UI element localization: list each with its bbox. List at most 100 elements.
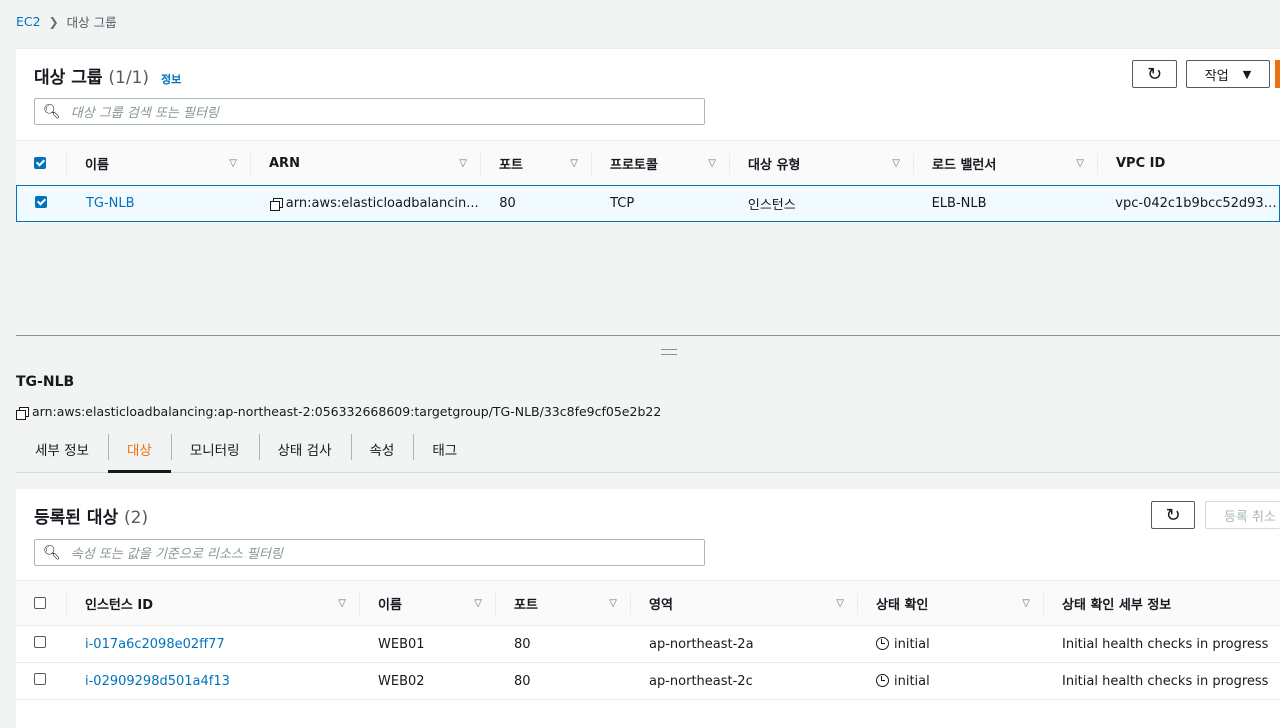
col-vpc-label: VPC ID xyxy=(1116,155,1166,171)
info-link[interactable]: 정보 xyxy=(161,73,181,86)
select-all-checkbox[interactable] xyxy=(34,597,46,609)
search-placeholder: 속성 또는 값을 기준으로 리소스 필터링 xyxy=(70,547,283,562)
deregister-label: 등록 취소 xyxy=(1224,509,1276,525)
actions-label: 작업 xyxy=(1204,68,1229,84)
targets-count: (2) xyxy=(124,508,149,528)
row-checkbox-cell[interactable] xyxy=(16,673,67,689)
target-group-name-link[interactable]: TG-NLB xyxy=(68,196,252,211)
col-port-label: 포트 xyxy=(499,157,523,173)
sort-icon: ▽ xyxy=(1076,157,1084,169)
col-protocol-label: 프로토콜 xyxy=(610,157,658,173)
arn-cell: arn:aws:elasticloadbalancin... xyxy=(252,196,482,211)
refresh-icon: ↻ xyxy=(1165,504,1181,526)
col-health-detail[interactable]: 상태 확인 세부 정보 xyxy=(1044,581,1280,625)
port-cell: 80 xyxy=(514,636,531,652)
select-all-checkbox-cell[interactable] xyxy=(16,141,67,185)
tab-attributes[interactable]: 속성 xyxy=(350,426,414,472)
detail-tabs: 세부 정보 대상 모니터링 상태 검사 속성 태그 xyxy=(16,426,1280,473)
target-type-cell: 인스턴스 xyxy=(747,198,796,213)
health-status: initial xyxy=(894,636,930,652)
col-name[interactable]: 이름 ▽ xyxy=(67,141,251,185)
load-balancer-cell: ELB-NLB xyxy=(931,196,987,211)
targets-search-input[interactable]: 🔍︎ 속성 또는 값을 기준으로 리소스 필터링 xyxy=(34,539,705,566)
sort-icon: ▽ xyxy=(570,157,578,169)
col-arn[interactable]: ARN ▽ xyxy=(251,141,481,185)
caret-down-icon: ▼ xyxy=(1242,67,1252,81)
col-vpc-id[interactable]: VPC ID xyxy=(1098,141,1280,185)
arn-text: arn:aws:elasticloadbalancin... xyxy=(285,196,479,211)
table-row[interactable]: i-02909298d501a4f13 WEB02 80 ap-northeas… xyxy=(16,663,1280,700)
col-load-balancer-label: 로드 밸런서 xyxy=(932,157,997,173)
sort-icon: ▽ xyxy=(1022,597,1030,609)
col-name[interactable]: 이름 ▽ xyxy=(360,581,496,625)
table-row[interactable]: i-017a6c2098e02ff77 WEB01 80 ap-northeas… xyxy=(16,626,1280,663)
split-divider[interactable] xyxy=(16,335,1280,336)
vpc-cell: vpc-042c1b9bcc52d9368 xyxy=(1115,196,1279,211)
row-checkbox-cell[interactable] xyxy=(16,636,67,652)
refresh-button[interactable]: ↻ xyxy=(1151,501,1195,529)
refresh-button[interactable]: ↻ xyxy=(1132,60,1177,88)
table-header: 이름 ▽ ARN ▽ 포트 ▽ 프로토콜 ▽ 대상 유형 ▽ 로드 밸런서 ▽ VPC ID xyxy=(16,140,1280,186)
col-arn-label: ARN xyxy=(269,155,300,171)
tab-tags[interactable]: 태그 xyxy=(413,426,476,472)
col-instance-id-label: 인스턴스 ID xyxy=(85,597,153,613)
col-instance-id[interactable]: 인스턴스 ID ▽ xyxy=(67,581,360,625)
tab-details[interactable]: 세부 정보 xyxy=(16,426,108,472)
tab-health-checks[interactable]: 상태 검사 xyxy=(258,426,351,472)
chevron-right-icon: ❯ xyxy=(48,14,59,29)
page-title: 대상 그룹 (1/1) 정보 xyxy=(34,63,181,88)
table-row[interactable]: TG-NLB arn:aws:elasticloadbalancin... 80… xyxy=(16,185,1280,222)
instance-id-link[interactable]: i-02909298d501a4f13 xyxy=(67,674,360,689)
col-name-label: 이름 xyxy=(378,597,402,613)
sort-icon: ▽ xyxy=(708,157,716,169)
row-checkbox-cell[interactable] xyxy=(17,195,68,212)
tab-monitoring[interactable]: 모니터링 xyxy=(170,426,259,472)
col-load-balancer[interactable]: 로드 밸런서 ▽ xyxy=(914,141,1098,185)
col-port-label: 포트 xyxy=(514,597,538,613)
breadcrumb-ec2-link[interactable]: EC2 xyxy=(16,14,41,29)
clock-icon xyxy=(876,673,889,687)
copy-icon[interactable] xyxy=(269,197,283,211)
sort-icon: ▽ xyxy=(836,597,844,609)
col-target-type[interactable]: 대상 유형 ▽ xyxy=(730,141,914,185)
targets-title-text: 등록된 대상 xyxy=(34,508,119,528)
col-name-label: 이름 xyxy=(85,157,109,173)
actions-button[interactable]: 작업 ▼ xyxy=(1186,60,1270,88)
health-cell: initial xyxy=(858,673,1044,689)
col-port[interactable]: 포트 ▽ xyxy=(496,581,631,625)
search-icon: 🔍︎ xyxy=(43,103,61,120)
search-placeholder: 대상 그룹 검색 또는 필터링 xyxy=(70,106,219,121)
tab-targets[interactable]: 대상 xyxy=(107,426,171,473)
detail-title: TG-NLB xyxy=(16,374,75,390)
sort-icon: ▽ xyxy=(892,157,900,169)
col-zone[interactable]: 영역 ▽ xyxy=(631,581,858,625)
breadcrumb-current: 대상 그룹 xyxy=(66,15,117,30)
detail-arn-text: arn:aws:elasticloadbalancing:ap-northeas… xyxy=(31,404,662,419)
col-health-status[interactable]: 상태 확인 ▽ xyxy=(858,581,1044,625)
health-detail-cell: Initial health checks in progress xyxy=(1062,673,1269,689)
deregister-button[interactable]: 등록 취소 xyxy=(1205,501,1280,529)
copy-icon[interactable] xyxy=(16,406,29,420)
health-status: initial xyxy=(894,673,930,689)
select-all-checkbox[interactable] xyxy=(34,157,46,169)
row-checkbox[interactable] xyxy=(34,673,46,685)
col-zone-label: 영역 xyxy=(649,597,673,613)
col-port[interactable]: 포트 ▽ xyxy=(481,141,592,185)
col-protocol[interactable]: 프로토콜 ▽ xyxy=(592,141,730,185)
drag-handle-icon[interactable] xyxy=(661,349,677,355)
select-all-checkbox-cell[interactable] xyxy=(16,581,67,625)
target-groups-panel: 대상 그룹 (1/1) 정보 ↻ 작업 ▼ 🔍︎ 대상 그룹 검색 또는 필터링… xyxy=(16,48,1280,222)
row-checkbox[interactable] xyxy=(35,195,47,208)
port-cell: 80 xyxy=(499,196,516,211)
target-group-search-input[interactable]: 🔍︎ 대상 그룹 검색 또는 필터링 xyxy=(34,98,705,125)
targets-table-header: 인스턴스 ID ▽ 이름 ▽ 포트 ▽ 영역 ▽ 상태 확인 ▽ 상태 확인 세부 정보 xyxy=(16,580,1280,626)
clock-icon xyxy=(876,636,889,650)
sort-icon: ▽ xyxy=(459,157,467,169)
zone-cell: ap-northeast-2c xyxy=(649,673,753,689)
protocol-cell: TCP xyxy=(610,196,635,211)
instance-id-link[interactable]: i-017a6c2098e02ff77 xyxy=(67,637,360,652)
row-checkbox[interactable] xyxy=(34,636,46,648)
registered-targets-panel: 등록된 대상 (2) ↻ 등록 취소 🔍︎ 속성 또는 값을 기준으로 리소스 … xyxy=(16,489,1280,728)
sort-icon: ▽ xyxy=(229,157,237,169)
create-button-edge[interactable] xyxy=(1275,60,1280,88)
